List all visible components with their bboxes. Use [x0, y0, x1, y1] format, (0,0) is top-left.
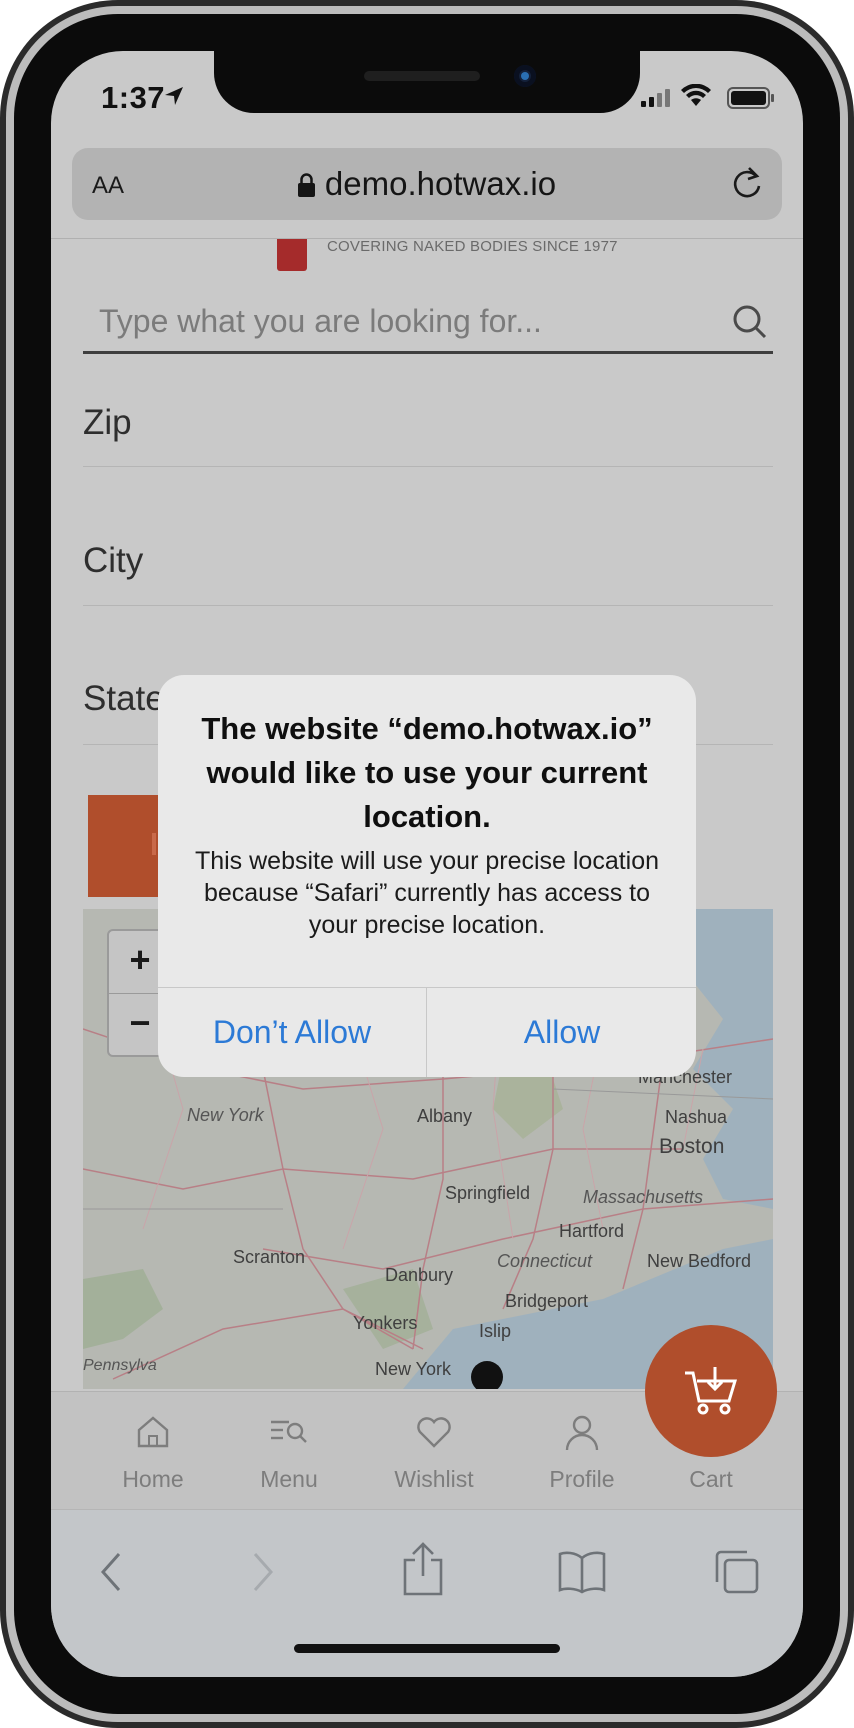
- tab-profile[interactable]: Profile: [522, 1392, 642, 1510]
- bookmarks-icon[interactable]: [557, 1550, 607, 1599]
- allow-button[interactable]: Allow: [428, 987, 696, 1077]
- person-icon: [562, 1412, 602, 1457]
- map-label: New Bedford: [647, 1251, 752, 1271]
- map-label: Yonkers: [353, 1313, 418, 1333]
- search-input[interactable]: Type what you are looking for...: [83, 299, 773, 354]
- home-icon: [133, 1412, 173, 1457]
- tab-menu[interactable]: Menu: [229, 1392, 349, 1510]
- map-label: New York: [375, 1359, 452, 1379]
- dont-allow-button[interactable]: Don’t Allow: [158, 987, 426, 1077]
- phone-notch: [214, 51, 640, 113]
- map-label: Nashua: [665, 1107, 728, 1127]
- map-label: Albany: [417, 1106, 473, 1126]
- map-label: New York: [187, 1105, 264, 1125]
- tab-wishlist[interactable]: Wishlist: [374, 1392, 494, 1510]
- dialog-button-divider: [426, 987, 427, 1077]
- reload-icon[interactable]: [730, 164, 764, 207]
- map-label: Islip: [479, 1321, 512, 1341]
- city-field[interactable]: City: [83, 541, 143, 581]
- search-icon[interactable]: [731, 303, 769, 346]
- lock-icon: [297, 167, 315, 197]
- dialog-message: This website will use your precise locat…: [194, 847, 660, 939]
- forward-icon[interactable]: [245, 1548, 281, 1601]
- map-label: Boston: [659, 1135, 725, 1158]
- map-label: Bridgeport: [505, 1291, 589, 1311]
- brand-logo[interactable]: [277, 239, 307, 271]
- share-icon[interactable]: [401, 1542, 445, 1601]
- menu-search-icon: [269, 1412, 309, 1457]
- state-field[interactable]: State: [83, 679, 165, 719]
- speaker-grille: [364, 71, 480, 81]
- map-label: Hartford: [559, 1221, 625, 1241]
- status-time: 1:37: [101, 80, 166, 115]
- map-label: Scranton: [233, 1247, 306, 1267]
- cart-button[interactable]: [645, 1325, 777, 1457]
- city-field-underline: [83, 605, 773, 606]
- map-label: Pennsylvania: [83, 1357, 157, 1374]
- map-label: Danbury: [385, 1265, 454, 1285]
- home-indicator[interactable]: [294, 1644, 560, 1653]
- battery-icon: [727, 87, 775, 114]
- location-permission-dialog: The website “demo.hotwax.io” would like …: [158, 675, 696, 1077]
- front-camera: [514, 65, 536, 87]
- brand-tagline: COVERING NAKED BODIES SINCE 1977: [327, 238, 618, 255]
- tab-cart-label: Cart: [689, 1466, 733, 1492]
- tab-wishlist-label: Wishlist: [394, 1466, 474, 1492]
- screen: 1:37 AA demo.hotwax.io COVERING NAKED BO…: [51, 51, 803, 1677]
- tabs-icon[interactable]: [713, 1548, 761, 1601]
- zip-field[interactable]: Zip: [83, 403, 132, 443]
- search-placeholder: Type what you are looking for...: [99, 303, 542, 339]
- tab-profile-label: Profile: [549, 1466, 615, 1492]
- cellular-signal-icon: [641, 89, 673, 112]
- tab-menu-label: Menu: [260, 1466, 318, 1492]
- location-arrow-icon: [163, 85, 185, 112]
- url-field[interactable]: demo.hotwax.io: [72, 165, 782, 203]
- map-label: Massachusetts: [583, 1187, 704, 1207]
- back-icon[interactable]: [93, 1548, 129, 1601]
- wifi-icon: [681, 83, 711, 113]
- map-label: Springfield: [445, 1183, 531, 1203]
- tab-home[interactable]: Home: [93, 1392, 213, 1510]
- url-text: demo.hotwax.io: [324, 165, 557, 202]
- zip-field-underline: [83, 466, 773, 467]
- map-label: Connecticut: [497, 1251, 593, 1271]
- dialog-title: The website “demo.hotwax.io” would like …: [201, 711, 653, 834]
- tab-home-label: Home: [122, 1466, 184, 1492]
- heart-icon: [414, 1412, 454, 1457]
- address-bar[interactable]: AA demo.hotwax.io: [72, 148, 782, 220]
